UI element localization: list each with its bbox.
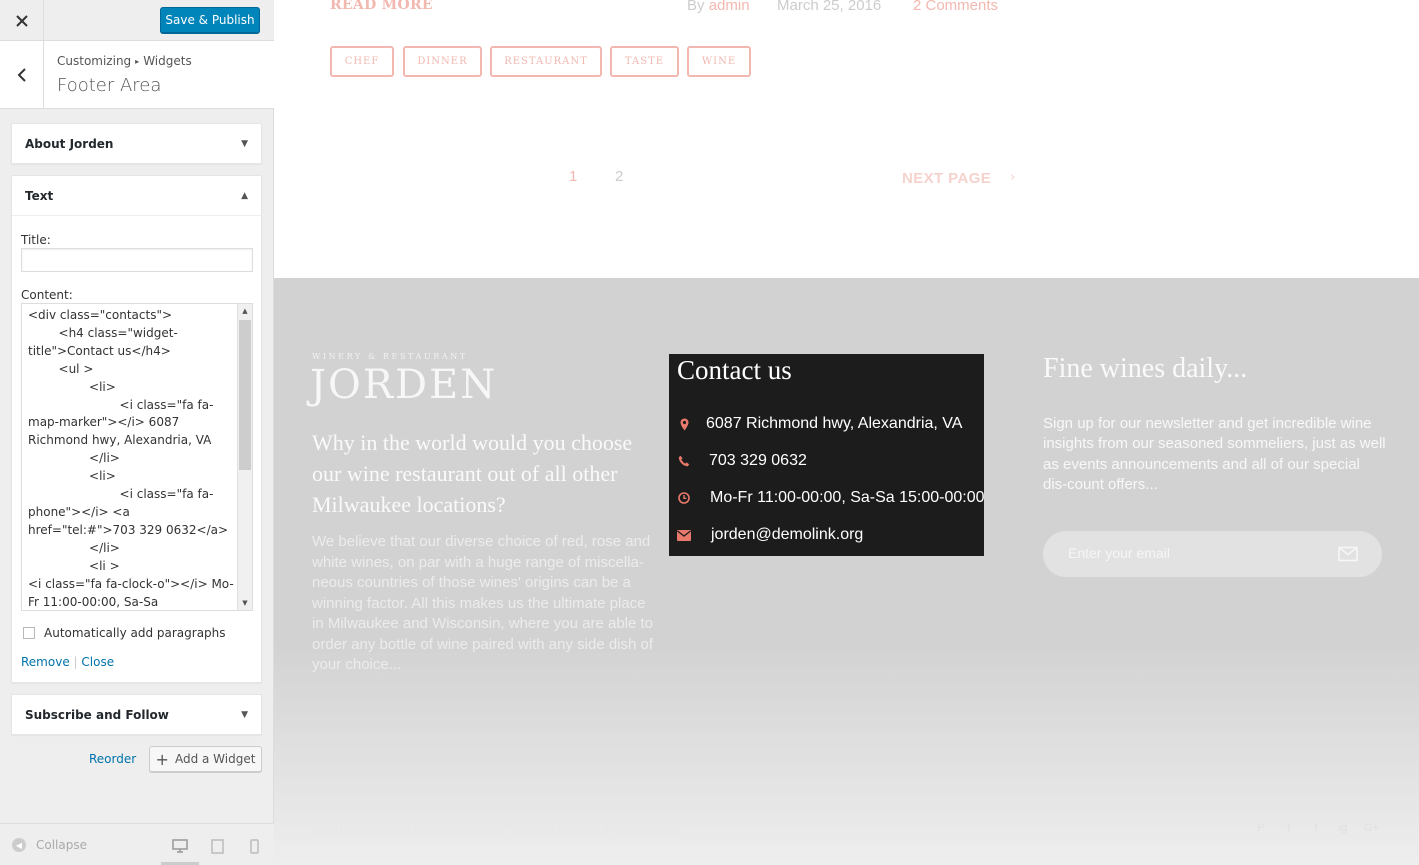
desktop-preview-icon[interactable] <box>171 837 189 855</box>
post-meta: READ MORE By admin March 25, 2016 2 Comm… <box>274 0 1419 20</box>
reorder-link[interactable]: Reorder <box>89 752 136 766</box>
section-header: Customizing ▸ Widgets Footer Area <box>0 41 274 109</box>
customizer-footer: ◀ Collapse <box>0 823 274 865</box>
next-page-link[interactable]: NEXT PAGE <box>902 170 991 187</box>
scroll-down-icon[interactable]: ▼ <box>238 596 252 610</box>
tablet-preview-icon[interactable] <box>208 837 226 855</box>
close-icon <box>15 14 28 27</box>
content-text[interactable]: <div class="contacts"> <h4 class="widget… <box>28 307 234 610</box>
newsletter-text: Sign up for our newsletter and get incre… <box>1043 415 1386 494</box>
collapse-arrow-icon: ◀ <box>12 838 26 852</box>
collapse-label: Collapse <box>36 838 87 852</box>
customizer-sidebar: Save & Publish Customizing ▸ Widgets Foote… <box>0 0 274 865</box>
site-logo[interactable]: JORDEN <box>310 362 497 408</box>
widget-subscribe-follow[interactable]: Subscribe and Follow ▼ <box>11 694 262 735</box>
tag-dinner[interactable]: DINNER <box>403 46 482 77</box>
chevron-left-icon <box>17 67 26 82</box>
author-link[interactable]: admin <box>709 0 750 14</box>
copyright-text: © 2016 Jorden. All Rights Reserved. Term… <box>312 823 679 837</box>
widget-header[interactable]: Text ▲ <box>12 176 261 216</box>
envelope-icon[interactable] <box>1338 545 1358 563</box>
widget-title: About Jorden <box>25 137 114 151</box>
google-plus-icon[interactable]: G+ <box>1364 822 1379 834</box>
newsletter-email-input[interactable]: Enter your email <box>1043 531 1382 577</box>
breadcrumb-root: Customizing <box>57 54 132 68</box>
clock-icon <box>677 491 691 505</box>
add-widget-button[interactable]: + Add a Widget <box>149 746 262 772</box>
instagram-icon[interactable]: ig <box>1336 822 1350 834</box>
twitter-icon[interactable]: t <box>1282 822 1296 834</box>
remove-link[interactable]: Remove <box>21 655 70 669</box>
tag-chef[interactable]: CHEF <box>330 46 394 77</box>
scroll-up-icon[interactable]: ▲ <box>238 304 252 318</box>
widget-about-jorden[interactable]: About Jorden ▼ <box>11 123 262 164</box>
mobile-preview-icon[interactable] <box>245 837 263 855</box>
back-button[interactable] <box>0 41 44 108</box>
link-separator: | <box>73 655 78 669</box>
triangle-right-icon: ▸ <box>135 57 140 66</box>
widget-actions: Remove | Close <box>21 655 114 669</box>
email-placeholder: Enter your email <box>1068 545 1170 561</box>
section-title: Footer Area <box>57 75 162 96</box>
customizer-header: Save & Publish <box>0 0 274 41</box>
textarea-scrollbar[interactable]: ▲ ▼ <box>237 304 252 610</box>
post-date: March 25, 2016 <box>777 0 882 14</box>
contact-phone: 703 329 0632 <box>677 452 807 470</box>
widget-title: Text <box>25 188 54 203</box>
contact-email: jorden@demolink.org <box>677 526 863 544</box>
close-customizer-button[interactable] <box>0 0 44 41</box>
caret-down-icon[interactable]: ▼ <box>241 139 248 149</box>
phone-icon <box>677 454 691 468</box>
site-preview: READ MORE By admin March 25, 2016 2 Comm… <box>274 0 1419 865</box>
widget-header[interactable]: About Jorden ▼ <box>12 124 261 164</box>
autop-label: Automatically add paragraphs <box>44 626 226 640</box>
title-label: Title: <box>21 233 51 247</box>
collapse-button[interactable]: ◀ Collapse <box>12 838 87 852</box>
tag-restaurant[interactable]: RESTAURANT <box>490 46 602 77</box>
widget-title: Subscribe and Follow <box>25 708 169 722</box>
title-input[interactable] <box>21 248 253 272</box>
pinterest-icon[interactable]: P <box>1254 822 1268 834</box>
tag-wine[interactable]: WINE <box>687 46 751 77</box>
widget-text: Text ▲ Title: Content: <div class="conta… <box>11 175 262 683</box>
facebook-icon[interactable]: f <box>1309 822 1323 834</box>
breadcrumb-current: Widgets <box>143 54 192 68</box>
chevron-right-icon[interactable]: › <box>1010 170 1015 185</box>
comments-link[interactable]: 2 Comments <box>913 0 998 14</box>
content-label: Content: <box>21 288 73 302</box>
post-author: By admin <box>687 0 750 14</box>
hours-text: Mo-Fr 11:00-00:00, Sa-Sa 15:00-00:00 <box>710 489 985 506</box>
email-link[interactable]: jorden@demolink.org <box>711 526 863 544</box>
page-2-link[interactable]: 2 <box>615 168 623 185</box>
caret-up-icon[interactable]: ▲ <box>241 191 248 201</box>
phone-link[interactable]: 703 329 0632 <box>709 452 807 470</box>
tag-taste[interactable]: TASTE <box>610 46 679 77</box>
envelope-icon <box>677 528 691 542</box>
plus-icon: + <box>155 749 169 769</box>
autop-checkbox[interactable] <box>23 627 35 639</box>
site-footer: WINERY & RESTAURANT JORDEN Why in the wo… <box>274 278 1419 865</box>
contact-heading: Contact us <box>677 355 792 385</box>
map-marker-icon <box>677 417 691 431</box>
contact-hours: Mo-Fr 11:00-00:00, Sa-Sa 15:00-00:00 <box>677 489 985 507</box>
contact-widget: Contact us 6087 Richmond hwy, Alexandria… <box>669 354 985 556</box>
widget-header[interactable]: Subscribe and Follow ▼ <box>12 695 261 735</box>
save-publish-button[interactable]: Save & Publish <box>160 7 260 33</box>
newsletter-heading: Fine wines daily... <box>1043 353 1248 384</box>
caret-down-icon[interactable]: ▼ <box>241 710 248 720</box>
add-widget-label: Add a Widget <box>174 752 256 766</box>
content-textarea[interactable]: <div class="contacts"> <h4 class="widget… <box>21 303 253 611</box>
by-label: By <box>687 0 705 14</box>
logo-subtitle: WINERY & RESTAURANT <box>312 352 468 361</box>
address-text: 6087 Richmond hwy, Alexandria, VA <box>706 415 963 432</box>
read-more-link[interactable]: READ MORE <box>330 0 433 13</box>
close-link[interactable]: Close <box>81 655 114 669</box>
scrollbar-thumb[interactable] <box>239 320 251 470</box>
about-heading: Why in the world would you choose our wi… <box>312 430 633 517</box>
page-1-link[interactable]: 1 <box>569 168 577 185</box>
contact-address: 6087 Richmond hwy, Alexandria, VA <box>677 415 962 433</box>
autop-option: Automatically add paragraphs <box>23 626 226 640</box>
breadcrumb: Customizing ▸ Widgets <box>57 54 192 68</box>
about-text: We believe that our diverse choice of re… <box>312 533 654 673</box>
